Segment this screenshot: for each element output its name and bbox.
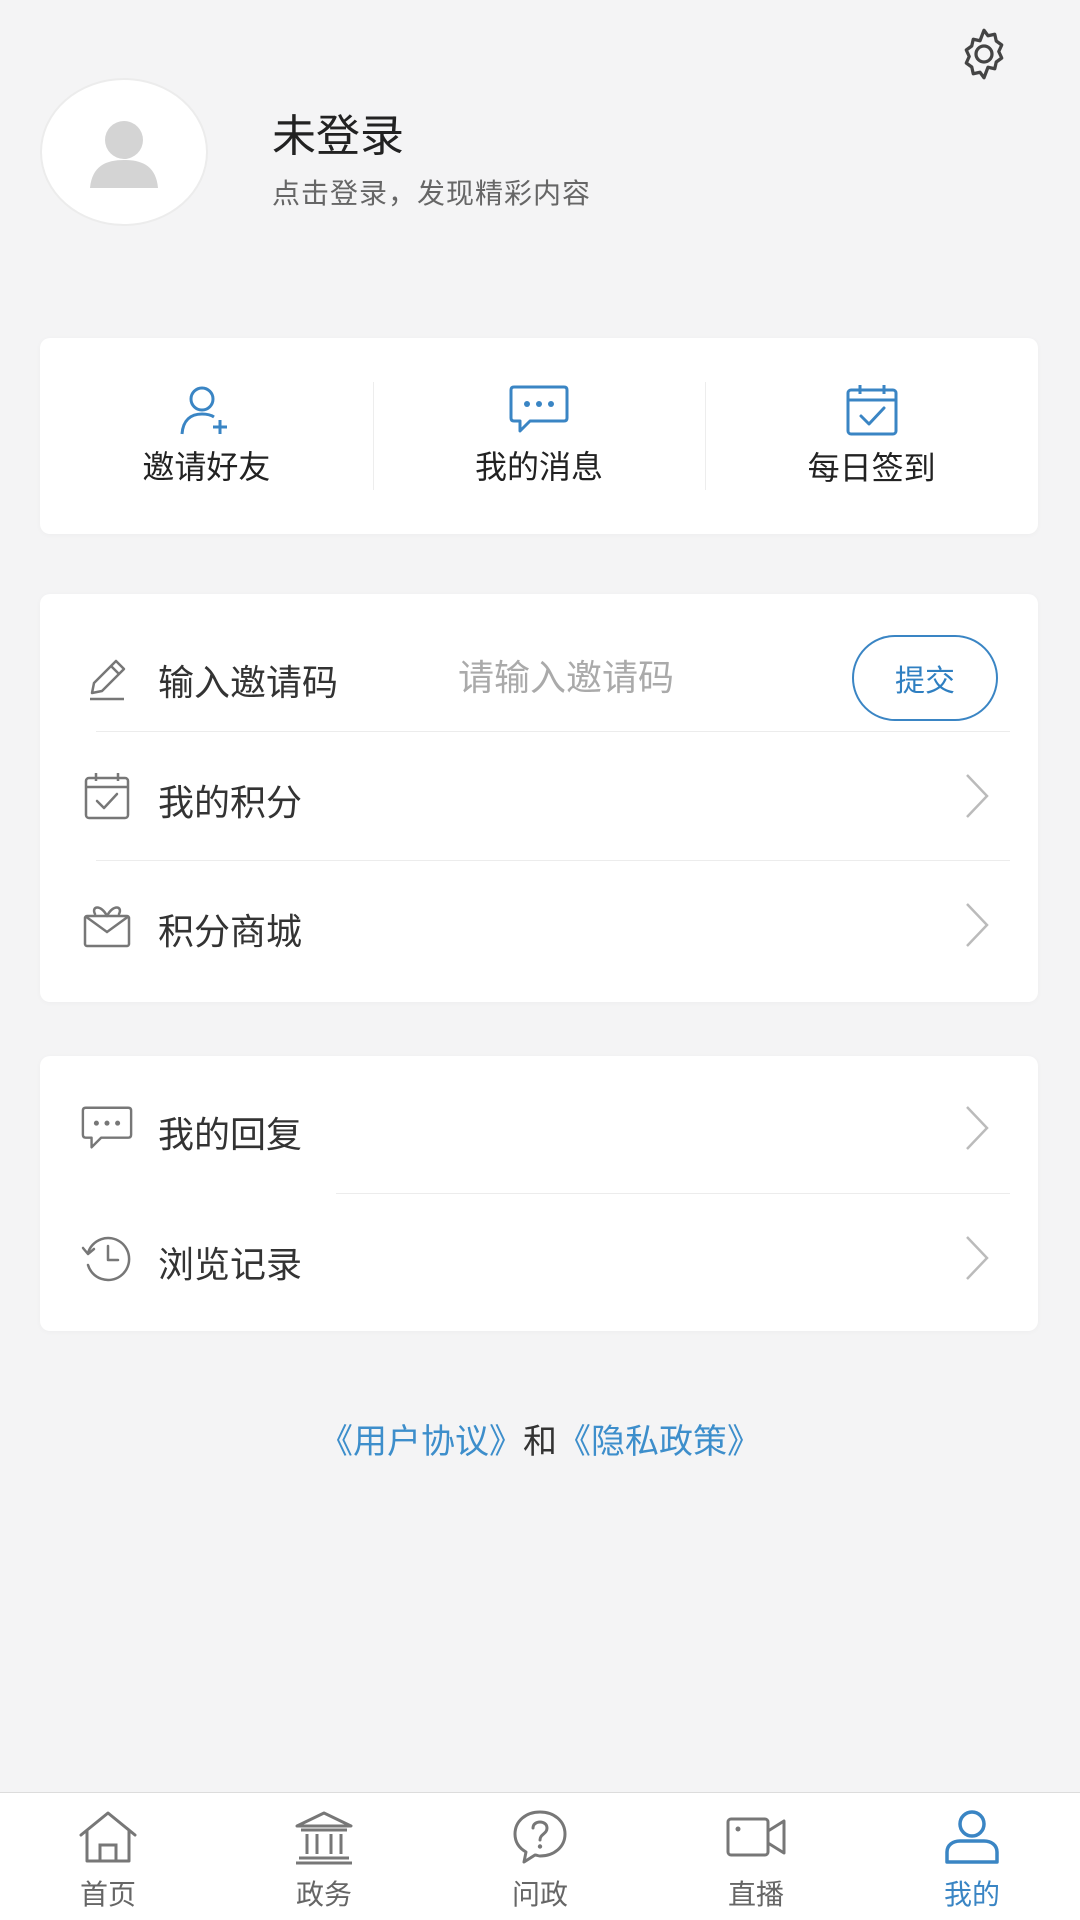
my-replies-row[interactable]: 我的回复: [40, 1064, 1038, 1192]
history-clock-icon: [80, 1231, 134, 1285]
invite-code-label: 输入邀请码: [158, 663, 339, 704]
gift-box-icon: [80, 898, 134, 952]
message-bubble-icon: [509, 385, 569, 433]
government-building-icon: [292, 1807, 356, 1867]
avatar[interactable]: [40, 78, 208, 226]
login-subtitle[interactable]: 点击登录，发现精彩内容: [272, 172, 591, 212]
tab-government-label: 政务: [295, 1878, 352, 1911]
my-messages-label: 我的消息: [475, 448, 604, 486]
tab-inquiry-label: 问政: [511, 1878, 568, 1911]
profile-icon: [940, 1807, 1004, 1867]
activity-card: 我的回复 浏览记录: [40, 1056, 1038, 1331]
tab-live-label: 直播: [727, 1878, 784, 1911]
home-icon: [76, 1807, 140, 1867]
calendar-check-icon: [846, 385, 898, 436]
calendar-check-icon: [80, 769, 134, 823]
pencil-icon: [80, 651, 134, 705]
daily-checkin-label: 每日签到: [807, 449, 936, 487]
invite-friends-button[interactable]: 邀请好友: [40, 338, 373, 534]
submit-button[interactable]: 提交: [852, 635, 998, 721]
chevron-right-icon: [962, 898, 992, 952]
settings-button[interactable]: [952, 22, 1016, 86]
my-points-label: 我的积分: [158, 783, 303, 824]
comment-icon: [80, 1101, 134, 1155]
chevron-right-icon: [962, 1101, 992, 1155]
bottom-tab-bar: 首页 政务 问政 直播 我的: [0, 1792, 1080, 1920]
gear-icon: [964, 28, 1004, 80]
browse-history-label: 浏览记录: [158, 1245, 303, 1286]
tab-home-label: 首页: [79, 1878, 136, 1911]
my-replies-label: 我的回复: [158, 1115, 303, 1156]
video-camera-icon: [724, 1807, 788, 1867]
add-user-icon: [180, 386, 228, 435]
my-points-row[interactable]: 我的积分: [40, 732, 1038, 860]
tab-profile-label: 我的: [943, 1878, 1000, 1911]
agreement-joiner: 和: [523, 1422, 557, 1462]
privacy-policy-link[interactable]: 《隐私政策》: [557, 1422, 761, 1462]
invite-code-input[interactable]: [458, 648, 878, 708]
chevron-right-icon: [962, 1231, 992, 1285]
browse-history-row[interactable]: 浏览记录: [40, 1194, 1038, 1322]
tab-home[interactable]: 首页: [0, 1793, 216, 1920]
quick-actions-card: 邀请好友 我的消息 每日签到: [40, 338, 1038, 534]
user-placeholder-icon: [90, 121, 158, 188]
agreement-links: 《用户协议》和《隐私政策》: [0, 1414, 1080, 1463]
my-messages-button[interactable]: 我的消息: [372, 338, 706, 534]
tab-profile[interactable]: 我的: [864, 1793, 1080, 1920]
tab-government[interactable]: 政务: [216, 1793, 432, 1920]
tab-inquiry[interactable]: 问政: [432, 1793, 648, 1920]
user-agreement-link[interactable]: 《用户协议》: [319, 1422, 523, 1462]
invite-code-row: 输入邀请码 提交: [40, 618, 1038, 738]
login-title[interactable]: 未登录: [272, 100, 404, 164]
tab-live[interactable]: 直播: [648, 1793, 864, 1920]
points-store-label: 积分商城: [158, 912, 303, 953]
invite-friends-label: 邀请好友: [142, 448, 271, 486]
chevron-right-icon: [962, 769, 992, 823]
daily-checkin-button[interactable]: 每日签到: [705, 338, 1038, 534]
question-bubble-icon: [508, 1807, 572, 1867]
points-store-row[interactable]: 积分商城: [40, 861, 1038, 989]
points-card: 输入邀请码 提交 我的积分 积分商城: [40, 594, 1038, 1002]
